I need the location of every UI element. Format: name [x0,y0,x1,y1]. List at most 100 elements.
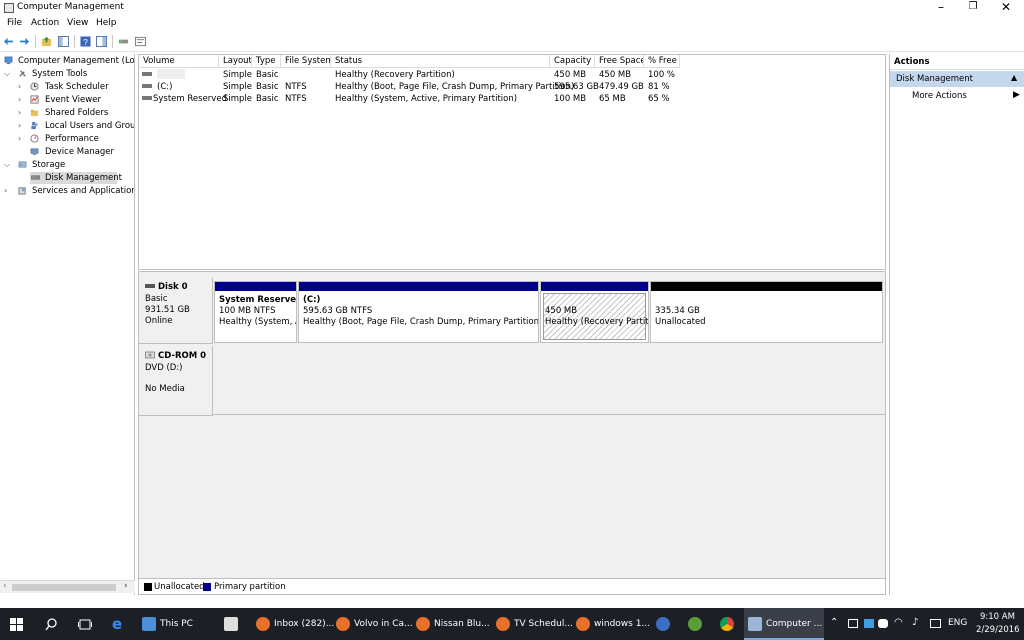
menu-view[interactable]: View [67,18,88,28]
expand-icon[interactable]: › [18,107,21,119]
taskbar-label: TV Schedul... [514,619,573,629]
google-earth-icon[interactable] [656,617,670,631]
this-pc-icon [142,617,156,631]
taskbar-this-pc[interactable]: This PC [138,608,220,640]
clock-date[interactable]: 2/29/2016 [976,625,1020,635]
taskbar-windows[interactable]: windows 1... [572,608,650,640]
chrome-icon[interactable] [720,617,734,631]
store-icon[interactable] [224,617,238,631]
search-icon[interactable] [45,618,58,631]
properties-icon[interactable] [135,36,146,47]
column-header-file-system[interactable]: File System [281,55,331,68]
show-hidden-icons-chevron-icon[interactable]: ⌃ [830,617,838,628]
table-cell: NTFS [285,94,307,104]
partition-title: (C:) [303,295,321,305]
disk-0-label[interactable]: Disk 0 Basic 931.51 GB Online [139,278,213,344]
globe-icon[interactable] [688,617,702,631]
table-cell: Basic [256,94,279,104]
help-icon[interactable]: ? [80,36,91,47]
scroll-right-icon[interactable]: › [124,581,128,591]
computer-icon [4,56,13,65]
column-header-free-space[interactable]: Free Space [595,55,644,68]
task-view-icon[interactable] [78,618,92,631]
column-header-capacity[interactable]: Capacity [550,55,595,68]
primary-partition-bar [541,282,648,291]
cdrom-0-label[interactable]: CD-ROM 0 DVD (D:) No Media [139,346,213,416]
message-icon[interactable] [930,619,941,628]
disk-type: Basic [145,294,168,304]
table-cell: 450 MB [599,70,632,80]
partition-system-reserved[interactable]: System Reserved 100 MB NTFS Healthy (Sys… [214,281,297,343]
column-header-volume[interactable]: Volume [139,55,219,68]
window-title: Computer Management [17,2,124,12]
language-indicator[interactable]: ENG [948,618,967,628]
scroll-left-icon[interactable]: ‹ [3,581,7,591]
column-header-percent-free[interactable]: % Free [644,55,680,68]
taskbar-computer-management[interactable]: Computer ... [744,608,824,640]
column-header-status[interactable]: Status [331,55,550,68]
chevron-right-icon: ▶ [1013,90,1020,100]
tree-item-label: Computer Management (Local [18,56,135,66]
menu-file[interactable]: File [7,18,22,28]
partition-status: Unallocated [655,317,706,327]
connect-disk-icon[interactable] [118,36,129,47]
forward-arrow-icon[interactable] [19,36,30,47]
partition-size: 595.63 GB NTFS [303,306,373,316]
close-button[interactable]: ✕ [990,0,1022,16]
tree-item-label: Services and Applications [32,186,135,196]
tree-item-disk-management[interactable]: Disk Management [30,172,122,184]
expand-icon[interactable]: › [18,81,21,93]
partition-c[interactable]: (C:) 595.63 GB NTFS Healthy (Boot, Page … [298,281,539,343]
minimize-button[interactable]: – [925,0,957,16]
disk-name: Disk 0 [158,282,188,292]
expand-icon[interactable]: › [18,120,21,132]
collapse-icon[interactable]: ⌵ [4,68,10,80]
actions-section-disk-management[interactable]: Disk Management ▲ [890,71,1024,87]
taskbar-tv-schedule[interactable]: TV Schedul... [492,608,573,640]
taskbar-inbox[interactable]: Inbox (282)... [252,608,334,640]
menu-help[interactable]: Help [96,18,117,28]
expand-icon[interactable]: › [18,94,21,106]
cloud-icon[interactable] [878,619,888,628]
tree-horizontal-scrollbar[interactable]: ‹ › [0,580,135,593]
actions-title: Actions [894,57,930,67]
taskbar-nissan[interactable]: Nissan Blu... [412,608,490,640]
taskbar-label: This PC [160,619,193,629]
tree-item-label: Shared Folders [45,108,109,118]
expand-icon[interactable]: › [18,133,21,145]
shared-folder-icon [30,109,39,117]
up-folder-icon[interactable] [41,36,52,47]
disk-state: No Media [145,384,185,394]
legend-primary-partition: Primary partition [214,582,286,592]
collapse-up-icon[interactable]: ▲ [1011,73,1017,82]
unallocated-space[interactable]: 335.34 GB Unallocated [650,281,883,343]
google-drive-icon[interactable] [864,619,874,628]
clock-time[interactable]: 9:10 AM [980,612,1015,622]
volume-icon[interactable]: ♪ [912,617,918,628]
tree-item-label: Performance [45,134,99,144]
expand-icon[interactable]: › [4,185,7,197]
taskbar-volvo[interactable]: Volvo in Ca... [332,608,413,640]
table-cell: 65 MB [599,94,626,104]
column-header-layout[interactable]: Layout [219,55,252,68]
column-header-type[interactable]: Type [252,55,281,68]
menu-action[interactable]: Action [31,18,59,28]
partition-recovery[interactable]: 450 MB Healthy (Recovery Partition [540,281,649,343]
edge-browser-icon[interactable]: e [112,616,128,632]
show-hide-action-pane-icon[interactable] [96,36,107,47]
tray-app-icon[interactable] [848,619,858,628]
show-hide-tree-icon[interactable] [58,36,69,47]
restore-button[interactable]: ❐ [957,0,989,16]
taskbar-label: Volvo in Ca... [354,619,413,629]
wifi-icon[interactable]: ◠ [894,617,903,628]
firefox-icon [496,617,510,631]
disk-name: CD-ROM 0 [158,351,207,361]
more-actions[interactable]: More Actions ▶ [890,89,1024,103]
scrollbar-thumb[interactable] [12,584,116,591]
table-cell: NTFS [285,82,307,92]
taskbar-label: Inbox (282)... [274,619,335,629]
collapse-icon[interactable]: ⌵ [4,159,10,171]
actions-header: Actions [890,54,1024,70]
back-arrow-icon[interactable] [3,36,14,47]
windows-start-icon[interactable] [10,618,23,631]
